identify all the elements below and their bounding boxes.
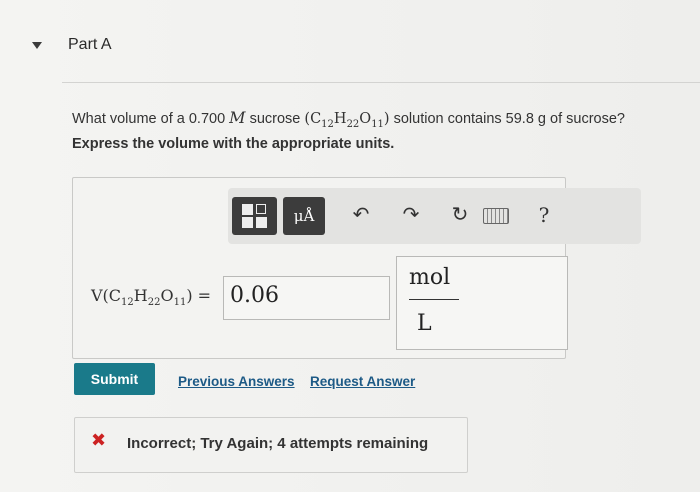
fraction-bar [409, 299, 459, 300]
collapse-triangle-icon[interactable] [32, 42, 42, 49]
math-toolbar: μÅ ↶ ↷ ↻ ? [228, 188, 641, 244]
answer-box: μÅ ↶ ↷ ↻ ? V(C12H22O11) = 0.06 mol L [72, 177, 641, 359]
answer-unit-input[interactable]: mol L [396, 256, 568, 350]
incorrect-icon: ✖ [91, 430, 107, 450]
divider [62, 82, 700, 83]
submit-button[interactable]: Submit [74, 363, 155, 395]
keyboard-icon[interactable] [483, 208, 509, 224]
instruction-text: Express the volume with the appropriate … [72, 136, 395, 152]
part-header[interactable]: Part A [32, 36, 112, 54]
question-text: What volume of a 0.700 M sucrose (C12H22… [72, 108, 625, 130]
request-answer-link[interactable]: Request Answer [310, 374, 415, 389]
unit-numerator: mol [409, 265, 451, 290]
answer-variable-label: V(C12H22O11) = [91, 286, 212, 309]
part-title: Part A [68, 36, 112, 53]
unit-denominator: L [417, 311, 432, 336]
redo-icon[interactable]: ↷ [398, 202, 424, 228]
undo-icon[interactable]: ↶ [348, 202, 374, 228]
units-label: μÅ [293, 207, 315, 225]
templates-button[interactable] [232, 197, 277, 235]
help-icon[interactable]: ? [531, 202, 557, 228]
page: Part A What volume of a 0.700 M sucrose … [0, 0, 700, 492]
answer-value-input[interactable]: 0.06 [223, 276, 390, 320]
feedback-box: ✖ Incorrect; Try Again; 4 attempts remai… [74, 417, 468, 473]
templates-icon [241, 204, 268, 228]
reset-icon[interactable]: ↻ [447, 202, 473, 228]
feedback-text: Incorrect; Try Again; 4 attempts remaini… [127, 435, 429, 452]
previous-answers-link[interactable]: Previous Answers [178, 374, 295, 389]
units-button[interactable]: μÅ [283, 197, 325, 235]
